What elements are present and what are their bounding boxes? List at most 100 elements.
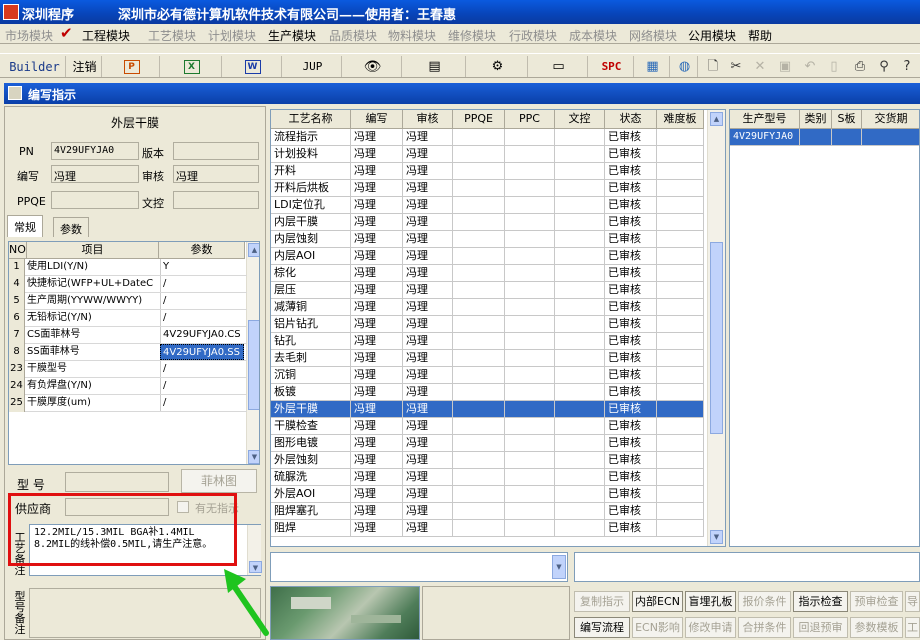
preview-icon[interactable]: ▯ — [824, 57, 844, 76]
bottom-buttons-row1-button-5[interactable]: 预审检查 — [850, 591, 903, 612]
process-row[interactable]: 开料后烘板 冯理 冯理 已审核 — [271, 180, 704, 197]
builder-button[interactable]: Builder — [4, 56, 66, 77]
bottom-buttons-row2-button-6[interactable]: 工 — [905, 617, 920, 638]
film-button[interactable]: 菲林图 — [181, 469, 257, 493]
bottom-buttons-row1-button-0[interactable]: 复制指示 — [574, 591, 630, 612]
process-row[interactable]: 开料 冯理 冯理 已审核 — [271, 163, 704, 180]
bottom-buttons-row2-button-1[interactable]: ECN影响 — [632, 617, 683, 638]
find-icon[interactable]: ⚲ — [874, 57, 894, 76]
param-grid-scrollbar[interactable]: ▲ ▼ — [246, 242, 259, 464]
menu-item-8[interactable]: 行政模块 — [509, 27, 557, 44]
process-row[interactable]: 计划投料 冯理 冯理 已审核 — [271, 146, 704, 163]
database-button[interactable]: ▤ — [404, 56, 466, 77]
process-row[interactable]: 内层AOI 冯理 冯理 已审核 — [271, 248, 704, 265]
ppqe-field[interactable] — [51, 191, 139, 209]
process-row[interactable]: 外层AOI 冯理 冯理 已审核 — [271, 486, 704, 503]
model-field[interactable] — [65, 472, 169, 492]
menu-item-10[interactable]: 网络模块 — [629, 27, 677, 44]
help-icon[interactable]: ? — [897, 57, 917, 76]
word-button[interactable]: W — [224, 56, 282, 77]
process-row[interactable]: 流程指示 冯理 冯理 已审核 — [271, 129, 704, 146]
proc-scroll-thumb[interactable] — [710, 242, 723, 434]
bottom-buttons-row1-button-2[interactable]: 盲埋孔板 — [685, 591, 736, 612]
excel-button[interactable]: X — [162, 56, 222, 77]
proc-scroll-up-icon[interactable]: ▲ — [710, 112, 723, 126]
param-value[interactable]: 4V29UFYJA0.CS — [160, 327, 244, 343]
save-icon[interactable]: ▣ — [775, 57, 795, 76]
bottom-buttons-row2-button-0[interactable]: 编写流程 — [574, 617, 630, 638]
param-value[interactable]: / — [160, 361, 244, 377]
process-row[interactable]: 铝片钻孔 冯理 冯理 已审核 — [271, 316, 704, 333]
param-row[interactable]: 25 干膜厚度(um) / — [9, 395, 247, 412]
process-row[interactable]: LDI定位孔 冯理 冯理 已审核 — [271, 197, 704, 214]
process-row[interactable]: 钻孔 冯理 冯理 已审核 — [271, 333, 704, 350]
menu-item-7[interactable]: 维修模块 — [448, 27, 496, 44]
param-value[interactable]: / — [160, 293, 244, 309]
param-value[interactable]: / — [160, 276, 244, 292]
new-document-icon[interactable]: 🗋 — [703, 57, 723, 76]
param-value[interactable]: 4V29UFYJA0.SS — [160, 344, 244, 360]
proc-scroll-down-icon[interactable]: ▼ — [710, 530, 723, 544]
model-row[interactable]: 4V29UFYJA0 — [730, 129, 919, 146]
bottom-buttons-row1-button-4[interactable]: 指示检查 — [793, 591, 848, 612]
menu-item-2[interactable]: 工艺模块 — [148, 27, 196, 44]
menu-item-5[interactable]: 品质模块 — [329, 27, 377, 44]
process-row[interactable]: 去毛刺 冯理 冯理 已审核 — [271, 350, 704, 367]
param-row[interactable]: 8 SS面菲林号 4V29UFYJA0.SS — [9, 344, 247, 361]
process-grid-scrollbar[interactable]: ▲ ▼ — [707, 110, 725, 546]
tab-params[interactable]: 参数 — [53, 217, 89, 237]
param-row[interactable]: 5 生产周期(YYWW/WWYY) / — [9, 293, 247, 310]
calendar-button[interactable]: ▦ — [636, 56, 670, 77]
spc-button[interactable]: SPC — [590, 56, 634, 77]
version-field[interactable] — [173, 142, 259, 160]
process-row[interactable]: 棕化 冯理 冯理 已审核 — [271, 265, 704, 282]
menu-item-9[interactable]: 成本模块 — [569, 27, 617, 44]
pn-field[interactable]: 4V29UFYJA0 — [51, 142, 139, 160]
scroll-down-icon[interactable]: ▼ — [248, 450, 259, 464]
process-row[interactable]: 干膜检查 冯理 冯理 已审核 — [271, 418, 704, 435]
menu-item-11[interactable]: 公用模块 — [688, 27, 736, 44]
bottom-buttons-row1-button-1[interactable]: 内部ECN — [632, 591, 683, 612]
network-button[interactable]: ⚙ — [468, 56, 528, 77]
process-row[interactable]: 外层蚀刻 冯理 冯理 已审核 — [271, 452, 704, 469]
process-row[interactable]: 外层干膜 冯理 冯理 已审核 — [271, 401, 704, 418]
tab-general[interactable]: 常规 — [7, 215, 43, 237]
param-value[interactable]: Y — [160, 259, 244, 275]
scroll-up-icon[interactable]: ▲ — [248, 243, 259, 257]
bottom-buttons-row1-button-6[interactable]: 导 — [905, 591, 920, 612]
param-value[interactable]: / — [160, 310, 244, 326]
undo-icon[interactable]: ↶ — [800, 57, 820, 76]
delete-icon[interactable]: ✕ — [750, 57, 770, 76]
menu-item-6[interactable]: 物料模块 — [388, 27, 436, 44]
process-row[interactable]: 阻焊 冯理 冯理 已审核 — [271, 520, 704, 537]
param-row[interactable]: 24 有负焊盘(Y/N) / — [9, 378, 247, 395]
menu-item-0[interactable]: 市场模块 — [5, 27, 53, 44]
process-row[interactable]: 硫脲洗 冯理 冯理 已审核 — [271, 469, 704, 486]
bottom-combo[interactable]: ▼ — [270, 552, 568, 582]
param-value[interactable]: / — [160, 395, 244, 411]
process-row[interactable]: 沉铜 冯理 冯理 已审核 — [271, 367, 704, 384]
process-row[interactable]: 板镀 冯理 冯理 已审核 — [271, 384, 704, 401]
process-row[interactable]: 阻焊塞孔 冯理 冯理 已审核 — [271, 503, 704, 520]
reviewer-field[interactable]: 冯理 — [173, 165, 259, 183]
writer-field[interactable]: 冯理 — [51, 165, 139, 183]
process-row[interactable]: 层压 冯理 冯理 已审核 — [271, 282, 704, 299]
menu-item-12[interactable]: 帮助 — [748, 27, 772, 44]
param-row[interactable]: 1 使用LDI(Y/N) Y — [9, 259, 247, 276]
bottom-buttons-row2-button-3[interactable]: 合拼条件 — [738, 617, 791, 638]
menu-item-1[interactable]: 工程模块 — [82, 27, 130, 44]
bottom-buttons-row2-button-5[interactable]: 参数模板 — [850, 617, 903, 638]
logout-button[interactable]: 注销 — [68, 56, 102, 77]
bottom-buttons-row2-button-4[interactable]: 回退预审 — [793, 617, 848, 638]
process-row[interactable]: 内层蚀刻 冯理 冯理 已审核 — [271, 231, 704, 248]
bottom-buttons-row1-button-3[interactable]: 报价条件 — [738, 591, 791, 612]
computer-button[interactable]: ▭ — [530, 56, 588, 77]
process-row[interactable]: 图形电镀 冯理 冯理 已审核 — [271, 435, 704, 452]
scroll-thumb[interactable] — [248, 320, 259, 410]
param-row[interactable]: 6 无铅标记(Y/N) / — [9, 310, 247, 327]
process-row[interactable]: 内层干膜 冯理 冯理 已审核 — [271, 214, 704, 231]
param-value[interactable]: / — [160, 378, 244, 394]
print-icon[interactable]: ⎙ — [850, 57, 870, 76]
combo-dropdown-icon[interactable]: ▼ — [552, 555, 566, 579]
menu-item-4[interactable]: 生产模块 — [268, 27, 316, 44]
